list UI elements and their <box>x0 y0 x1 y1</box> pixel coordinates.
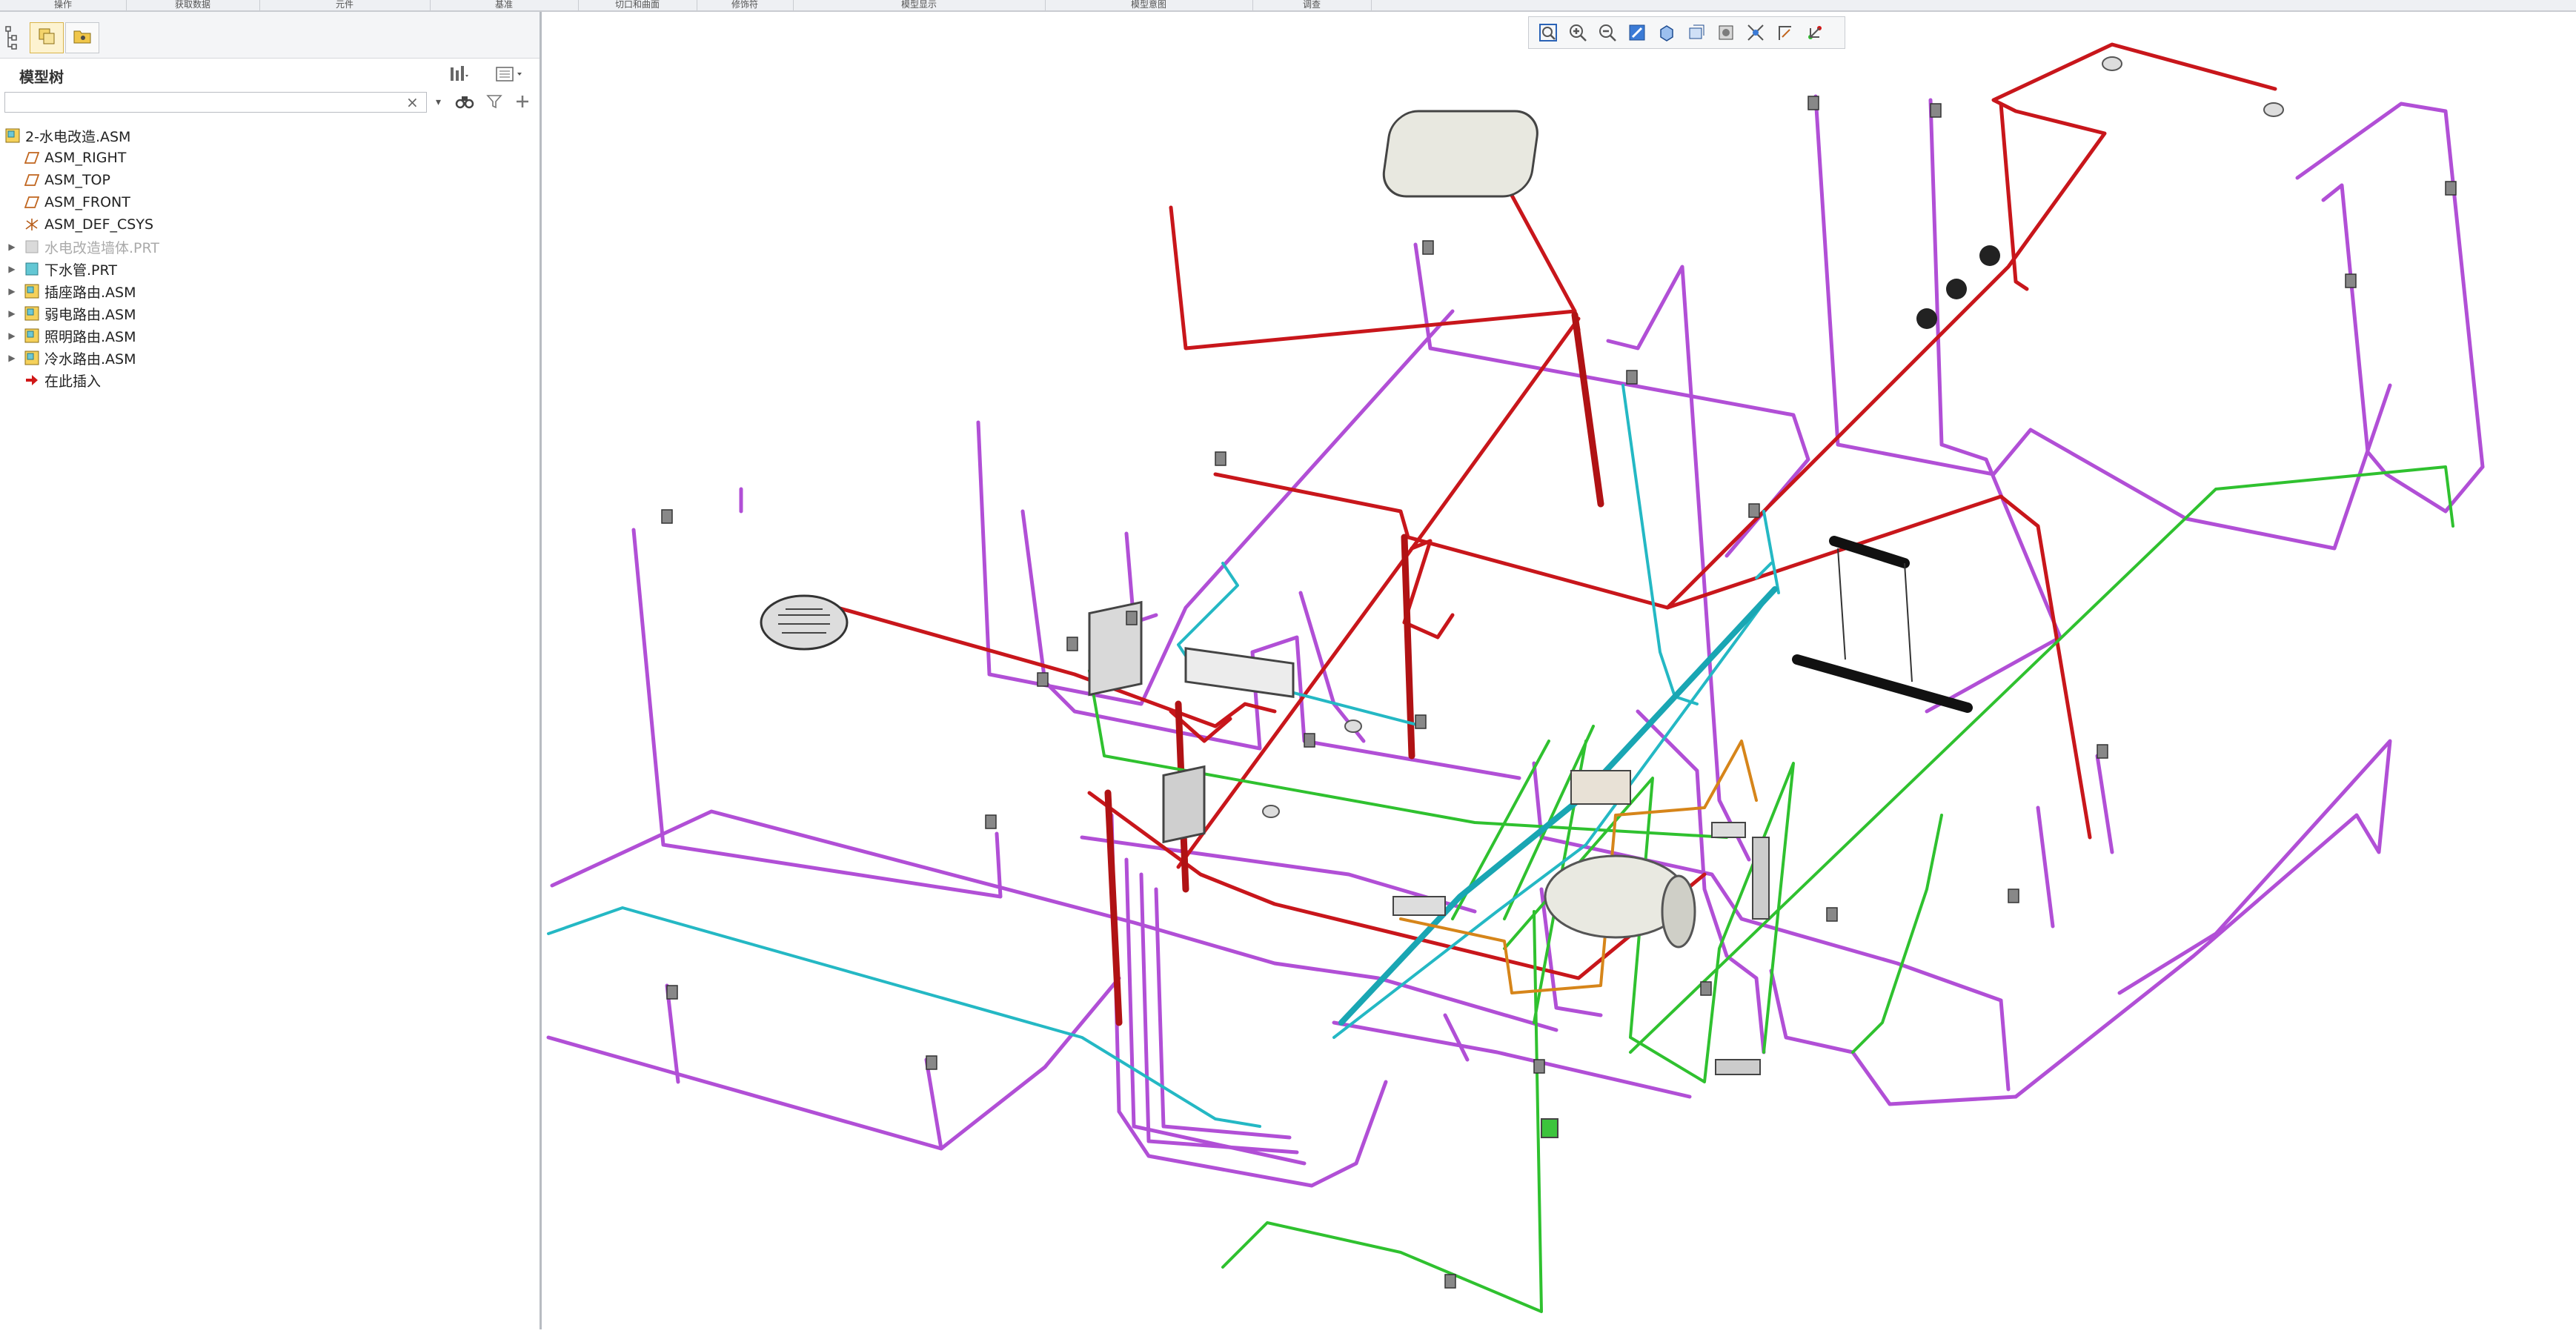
assembly-icon <box>24 328 40 343</box>
panel-title: 模型树 <box>19 68 64 86</box>
ribbon-group[interactable]: 基准 <box>430 0 579 10</box>
ribbon-group[interactable]: 元件 <box>259 0 431 10</box>
datum-display-icon[interactable] <box>1772 19 1799 46</box>
clear-icon[interactable]: × <box>406 93 419 111</box>
water-heater-fixture <box>1544 854 1696 949</box>
tree-item-cold-water-asm[interactable]: ▶ 冷水路由.ASM <box>0 347 540 369</box>
csys-icon <box>24 217 40 232</box>
ribbon-group[interactable]: 模型意图 <box>1045 0 1253 10</box>
tree-icon[interactable] <box>4 25 19 50</box>
tree-item-label: 在此插入 <box>44 373 102 390</box>
tree-item-label: 弱电路由.ASM <box>44 306 136 323</box>
hanger-rods <box>1837 548 1913 682</box>
display-style-icon[interactable] <box>1713 19 1739 46</box>
ribbon-group[interactable]: 切口和曲面 <box>578 0 697 10</box>
section-icon[interactable] <box>1742 19 1769 46</box>
datum-plane-icon <box>24 150 40 165</box>
chevron-down-icon[interactable]: ▾ <box>436 96 441 108</box>
repaint-icon[interactable] <box>1624 19 1650 46</box>
tree-item-label: 2-水电改造.ASM <box>25 128 131 145</box>
expand-icon[interactable]: ▶ <box>6 353 18 363</box>
expand-icon[interactable]: ▶ <box>6 264 18 274</box>
list-icon <box>495 64 525 87</box>
model-tree: 2-水电改造.ASM ASM_RIGHT ASM_TOP ASM_FRONT A… <box>0 124 540 391</box>
tree-search-row: × ▾ <box>0 90 540 117</box>
tree-item-root-assembly[interactable]: 2-水电改造.ASM <box>0 124 540 147</box>
show-button[interactable] <box>495 64 525 87</box>
zoom-in-icon[interactable] <box>1564 19 1591 46</box>
tree-item-label: ASM_FRONT <box>44 194 130 210</box>
graphics-toolbar <box>1528 16 1845 49</box>
tree-item-label: 水电改造墙体.PRT <box>44 239 159 256</box>
tree-search-input[interactable] <box>4 92 427 113</box>
assembly-icon <box>24 351 40 365</box>
expand-icon[interactable]: ▶ <box>6 286 18 296</box>
tree-item-asm-top[interactable]: ASM_TOP <box>0 169 540 191</box>
assembly-icon <box>24 306 40 321</box>
ribbon-group[interactable]: 模型显示 <box>793 0 1046 10</box>
saved-views-icon[interactable] <box>1683 19 1710 46</box>
folder-icon <box>73 28 92 47</box>
part-icon <box>24 239 40 254</box>
light-panel-fixture <box>1184 647 1295 698</box>
tree-item-drain-part[interactable]: ▶ 下水管.PRT <box>0 258 540 280</box>
view-orientation-icon[interactable] <box>1653 19 1680 46</box>
tree-item-label: ASM_RIGHT <box>44 150 127 166</box>
tree-item-label: 插座路由.ASM <box>44 284 136 301</box>
ribbon-group[interactable]: 操作 <box>0 0 127 10</box>
datum-plane-icon <box>24 173 40 187</box>
ribbon-group[interactable]: 获取数据 <box>126 0 260 10</box>
tree-item-label: 冷水路由.ASM <box>44 351 136 368</box>
purple-conduit-group <box>546 94 2485 1188</box>
find-icon[interactable] <box>455 93 474 115</box>
zoom-out-icon[interactable] <box>1594 19 1621 46</box>
add-icon[interactable] <box>514 93 531 113</box>
tree-item-label: ASM_TOP <box>44 172 110 188</box>
model-tree-header: 模型树 <box>0 59 540 93</box>
tree-item-wall-part[interactable]: ▶ 水电改造墙体.PRT <box>0 236 540 258</box>
expand-icon[interactable]: ▶ <box>6 308 18 319</box>
refit-icon[interactable] <box>1535 19 1561 46</box>
tree-item-label: 照明路由.ASM <box>44 328 136 345</box>
graphics-viewport[interactable] <box>542 12 2576 1329</box>
tree-item-label: ASM_DEF_CSYS <box>44 216 154 233</box>
ribbon-bar: 操作 获取数据 元件 基准 切口和曲面 修饰符 模型显示 模型意图 调查 <box>0 0 2576 12</box>
expand-icon[interactable]: ▶ <box>6 242 18 252</box>
ribbon-group[interactable]: 调查 <box>1252 0 1372 10</box>
exhaust-fan-fixture <box>760 594 849 651</box>
settings-icon <box>448 64 470 87</box>
tree-item-low-voltage-asm[interactable]: ▶ 弱电路由.ASM <box>0 302 540 325</box>
layers-tab[interactable] <box>30 22 64 53</box>
part-icon <box>24 262 40 276</box>
datum-plane-icon <box>24 195 40 210</box>
filter-icon[interactable] <box>486 93 502 113</box>
tree-item-insert-here[interactable]: 在此插入 <box>0 369 540 391</box>
navigator-tabs <box>0 12 540 59</box>
tree-item-socket-asm[interactable]: ▶ 插座路由.ASM <box>0 280 540 302</box>
ceiling-panel-fixture <box>1382 110 1538 198</box>
black-bar-fixtures <box>1792 536 1973 713</box>
pipe-routing-model[interactable] <box>542 12 2576 1329</box>
tree-item-lighting-asm[interactable]: ▶ 照明路由.ASM <box>0 325 540 347</box>
folder-tab[interactable] <box>65 22 99 53</box>
outlet-box-markers <box>661 96 2457 1289</box>
tree-item-asm-right[interactable]: ASM_RIGHT <box>0 147 540 169</box>
assembly-icon <box>4 128 21 143</box>
insert-here-icon <box>24 373 40 388</box>
layers-icon <box>37 27 56 49</box>
expand-icon[interactable]: ▶ <box>6 330 18 341</box>
settings-button[interactable] <box>448 64 470 87</box>
tree-item-asm-front[interactable]: ASM_FRONT <box>0 191 540 213</box>
ribbon-group[interactable]: 修饰符 <box>697 0 794 10</box>
assembly-icon <box>24 284 40 299</box>
tree-item-label: 下水管.PRT <box>44 262 117 279</box>
tree-item-asm-def-csys[interactable]: ASM_DEF_CSYS <box>0 213 540 236</box>
red-conduit-group <box>835 42 2277 980</box>
spin-center-icon[interactable] <box>1802 19 1828 46</box>
